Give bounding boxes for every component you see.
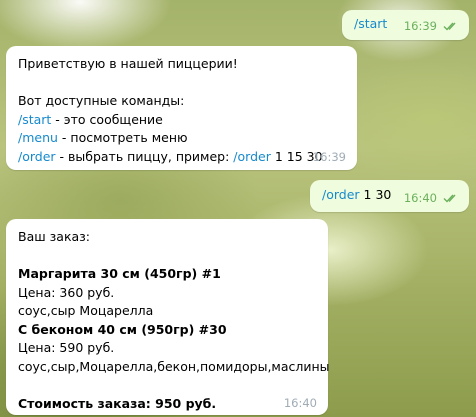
message-time: 16:39 xyxy=(403,19,437,33)
command-desc: - выбрать пиццу, пример: xyxy=(55,148,234,164)
commands-intro: Вот доступные команды: xyxy=(18,93,185,108)
order-item-ingredients: соус,сыр Моцарелла xyxy=(18,303,154,318)
order-item-name: Маргарита 30 см (450гр) #1 xyxy=(18,266,221,281)
command-desc: - это сообщение xyxy=(51,111,163,127)
order-item-price: Цена: 590 руб. xyxy=(18,340,115,355)
command-args: 1 30 xyxy=(359,187,392,202)
order-item-ingredients: соус,сыр,Моцарелла,бекон,помидоры,маслин… xyxy=(18,358,330,374)
welcome-greeting: Приветствую в нашей пиццерии! xyxy=(18,56,238,71)
message-outgoing-order[interactable]: /order 1 30 16:40 xyxy=(310,180,469,212)
command-link-start[interactable]: /start xyxy=(18,112,51,127)
order-total: Стоимость заказа: 950 руб. xyxy=(18,395,217,411)
order-item-price: Цена: 360 руб. xyxy=(18,284,115,300)
command-link-start[interactable]: /start xyxy=(354,16,387,31)
message-incoming-welcome[interactable]: Приветствую в нашей пиццерии! Вот доступ… xyxy=(6,46,357,170)
command-link-order[interactable]: /order xyxy=(18,149,56,164)
command-link-menu[interactable]: /menu xyxy=(18,130,58,145)
command-link-order[interactable]: /order xyxy=(322,187,360,202)
message-time: 16:39 xyxy=(312,150,346,164)
message-incoming-order-summary[interactable]: Ваш заказ: Маргарита 30 см (450гр) #1 Це… xyxy=(6,219,330,415)
message-time: 16:40 xyxy=(283,396,317,410)
double-check-icon xyxy=(443,21,459,31)
order-title: Ваш заказ: xyxy=(18,229,91,244)
command-link-order-example[interactable]: /order xyxy=(233,149,271,164)
message-outgoing-start[interactable]: /start 16:39 xyxy=(342,10,469,40)
command-line-order: /order - выбрать пиццу, пример: /order 1… xyxy=(18,148,357,167)
message-time: 16:40 xyxy=(403,191,437,205)
double-check-icon xyxy=(443,193,459,203)
command-line-menu: /menu - посмотреть меню xyxy=(18,129,357,148)
command-line-start: /start - это сообщение xyxy=(18,111,357,130)
order-item-name: С беконом 40 см (950гр) #30 xyxy=(18,321,227,337)
command-desc: - посмотреть меню xyxy=(57,130,188,145)
